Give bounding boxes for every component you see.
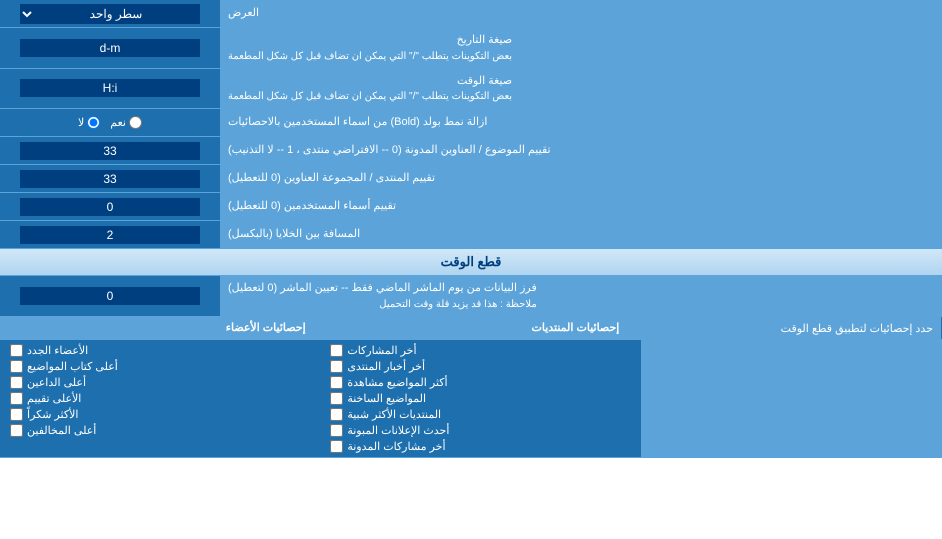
cell-spacing-label: المسافة بين الخلايا (بالبكسل): [220, 221, 942, 248]
col1-title: إحصائيات المنتديات: [314, 317, 628, 339]
cb-item-hot-topics: المواضيع الساخنة: [330, 392, 630, 405]
cb-item-shares: أخر المشاركات: [330, 344, 630, 357]
forum-group-label: تقييم المنتدى / المجموعة العناوين (0 للت…: [220, 165, 942, 192]
date-format-input[interactable]: d-m: [20, 39, 200, 57]
col2-title: إحصائيات الأعضاء: [0, 317, 314, 339]
cb-group-members: الأعضاء الجدد أعلى كتاب المواضيع أعلى ال…: [0, 340, 320, 457]
cb-item-blog-shares: أخر مشاركات المدونة: [330, 440, 630, 453]
cb-item-forum-news: أخر أخبار المنتدى: [330, 360, 630, 373]
forum-group-input[interactable]: 33: [20, 170, 200, 188]
checkboxes-section: حدد إحصائيات لتطبيق قطع الوقت إحصائيات ا…: [0, 317, 942, 458]
usernames-input[interactable]: 0: [20, 198, 200, 216]
time-format-label: صيغة الوقت بعض التكوينات يتطلب "/" التي …: [220, 69, 942, 109]
cb-new-members[interactable]: [10, 344, 23, 357]
cb-item-top-rated: الأعلى تقييم: [10, 392, 310, 405]
bold-no-label: لا: [78, 116, 100, 129]
date-format-label: صيغة التاريخ بعض التكوينات يتطلب "/" الت…: [220, 28, 942, 68]
bold-yes-radio[interactable]: [129, 116, 142, 129]
time-format-input-cell: H:i: [0, 69, 220, 109]
cutoff-days-input-cell: 0: [0, 276, 220, 316]
cell-spacing-input[interactable]: 2: [20, 226, 200, 244]
time-format-input[interactable]: H:i: [20, 79, 200, 97]
cb-item-top-writers: أعلى كتاب المواضيع: [10, 360, 310, 373]
cutoff-section-header: قطع الوقت: [0, 249, 942, 276]
forum-group-input-cell: 33: [0, 165, 220, 192]
cb-item-top-inviters: أعلى الداعين: [10, 376, 310, 389]
display-select[interactable]: سطر واحد سطرين ثلاثة أسطر: [20, 4, 200, 24]
cutoff-days-input[interactable]: 0: [20, 287, 200, 305]
cb-shares[interactable]: [330, 344, 343, 357]
cb-item-top-violators: أعلى المخالفين: [10, 424, 310, 437]
cb-hot-topics[interactable]: [330, 392, 343, 405]
cb-item-most-thanked: الأكثر شكراً: [10, 408, 310, 421]
usernames-label: تقييم أسماء المستخدمين (0 للتعطيل): [220, 193, 942, 220]
forum-subject-label: تقييم الموضوع / العناوين المدونة (0 -- ا…: [220, 137, 942, 164]
cb-most-similar[interactable]: [330, 408, 343, 421]
cb-blog-shares[interactable]: [330, 440, 343, 453]
checkboxes-title-row: حدد إحصائيات لتطبيق قطع الوقت إحصائيات ا…: [0, 317, 942, 340]
cb-item-new-members: الأعضاء الجدد: [10, 344, 310, 357]
cb-forum-news[interactable]: [330, 360, 343, 373]
bold-label: ازالة نمط بولد (Bold) من اسماء المستخدمي…: [220, 109, 942, 136]
bold-yes-label: نعم: [110, 116, 142, 129]
usernames-input-cell: 0: [0, 193, 220, 220]
bold-no-radio[interactable]: [87, 116, 100, 129]
display-select-cell: سطر واحد سطرين ثلاثة أسطر: [0, 0, 220, 27]
forum-subject-input[interactable]: 33: [20, 142, 200, 160]
cb-top-violators[interactable]: [10, 424, 23, 437]
cutoff-days-label: فرز البيانات من يوم الماشر الماضي فقط --…: [220, 276, 942, 316]
cb-most-thanked[interactable]: [10, 408, 23, 421]
cb-most-viewed[interactable]: [330, 376, 343, 389]
checkboxes-content: أخر المشاركات أخر أخبار المنتدى أكثر الم…: [0, 340, 942, 457]
empty-left: [642, 340, 942, 457]
cb-item-announcements: أحدث الإعلانات المبونة: [330, 424, 630, 437]
cell-spacing-input-cell: 2: [0, 221, 220, 248]
cb-top-inviters[interactable]: [10, 376, 23, 389]
bold-radio-cell: نعم لا: [0, 109, 220, 136]
cb-group-forums: أخر المشاركات أخر أخبار المنتدى أكثر الم…: [320, 340, 641, 457]
date-format-input-cell: d-m: [0, 28, 220, 68]
forum-subject-input-cell: 33: [0, 137, 220, 164]
cutoff-stats-label-cell: حدد إحصائيات لتطبيق قطع الوقت: [627, 317, 942, 339]
cb-item-most-viewed: أكثر المواضيع مشاهدة: [330, 376, 630, 389]
cb-announcements[interactable]: [330, 424, 343, 437]
display-label: العرض: [220, 0, 942, 27]
cb-top-rated[interactable]: [10, 392, 23, 405]
cb-top-writers[interactable]: [10, 360, 23, 373]
cb-item-most-similar: المنتديات الأكثر شبية: [330, 408, 630, 421]
